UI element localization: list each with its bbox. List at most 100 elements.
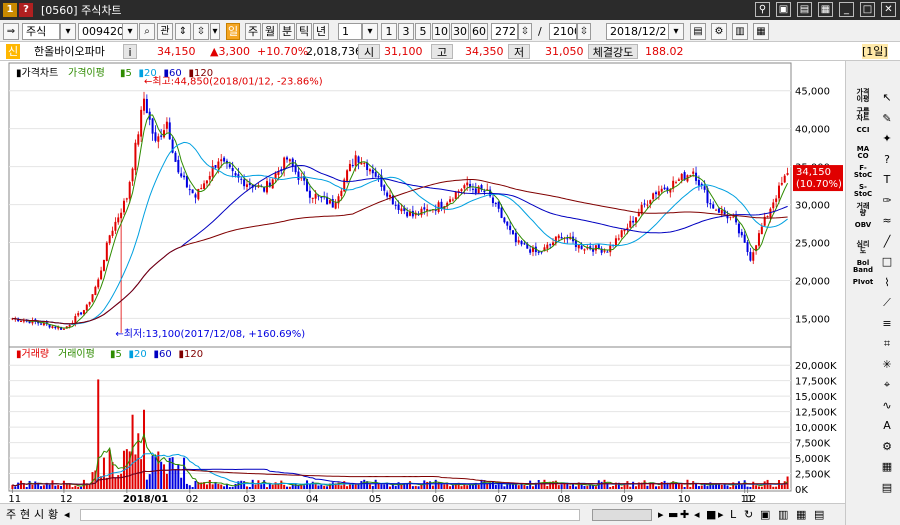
indicator-button-4[interactable]: F- StoC xyxy=(850,165,876,179)
scroll-left-icon[interactable]: ◂ xyxy=(64,507,70,522)
toggle-panel-icon[interactable]: ⇒ xyxy=(3,23,19,40)
count-spin-icon[interactable]: ⇳ xyxy=(518,23,532,40)
period-minute-button[interactable]: 분 xyxy=(279,23,295,40)
view-2-icon[interactable]: ▥ xyxy=(778,507,788,522)
candle-body xyxy=(346,170,349,181)
settings-icon[interactable]: ▦ xyxy=(818,2,833,17)
indicator-button-9[interactable]: Bol Band xyxy=(850,260,876,274)
up-down-icon[interactable]: ⇕ xyxy=(175,23,191,40)
pen-icon[interactable]: ✑ xyxy=(878,192,896,210)
view-3-icon[interactable]: ▦ xyxy=(796,507,806,522)
period-day-button[interactable]: 일 xyxy=(226,23,240,40)
scroll-right-icon[interactable]: ▸ xyxy=(658,507,664,522)
interval-10-button[interactable]: 10 xyxy=(432,23,450,40)
rectangle-icon[interactable]: □ xyxy=(878,253,896,271)
date-dropdown-icon[interactable]: ▾ xyxy=(668,23,684,40)
next-icon[interactable]: ▸ xyxy=(718,507,724,522)
indicator-button-2[interactable]: CCI xyxy=(850,127,876,141)
fan-icon[interactable]: ⟋ xyxy=(878,294,896,312)
status-tab-2[interactable]: 시 xyxy=(34,507,44,522)
indicator-button-5[interactable]: S- StoC xyxy=(850,184,876,198)
status-tab-3[interactable]: 황 xyxy=(48,507,58,522)
last-icon[interactable]: L xyxy=(730,507,736,522)
scroll-thumb[interactable] xyxy=(592,509,652,521)
period-month-button[interactable]: 월 xyxy=(262,23,278,40)
indicator-button-10[interactable]: PIvot xyxy=(850,279,876,293)
dropdown-icon[interactable]: ▾ xyxy=(210,23,220,40)
interval-1-button[interactable]: 1 xyxy=(381,23,397,40)
chart-save-icon[interactable]: ▥ xyxy=(732,23,748,40)
zoom-in-icon[interactable]: ✚ xyxy=(680,507,689,522)
indicator-button-1[interactable]: 구름 차트 xyxy=(850,108,876,122)
horizontal-scrollbar[interactable] xyxy=(80,509,580,521)
chart-list-icon[interactable]: ▤ xyxy=(690,23,706,40)
market-select[interactable]: 주식 xyxy=(22,23,60,40)
help-icon[interactable]: ? xyxy=(878,151,896,169)
compare-button[interactable]: 관 xyxy=(157,23,173,40)
volume-bar xyxy=(326,486,329,489)
status-tab-1[interactable]: 현 xyxy=(20,507,30,522)
close-icon[interactable]: ✕ xyxy=(881,2,896,17)
interval-60-button[interactable]: 60 xyxy=(470,23,488,40)
volume-bar xyxy=(308,484,311,489)
spin-icon[interactable]: ⇳ xyxy=(193,23,209,40)
indicator-button-3[interactable]: MA CO xyxy=(850,146,876,160)
grid-icon[interactable]: ▦ xyxy=(878,458,896,476)
period-year-button[interactable]: 년 xyxy=(313,23,329,40)
zoom-out-icon[interactable]: ▬ xyxy=(668,507,678,522)
help-badge-icon[interactable]: ? xyxy=(19,3,33,17)
text-icon[interactable]: T xyxy=(878,171,896,189)
settings-icon[interactable]: ⚙ xyxy=(878,438,896,456)
refresh-icon[interactable]: ↻ xyxy=(744,507,753,522)
channel-icon[interactable]: ≡ xyxy=(878,315,896,333)
volume-bar xyxy=(620,486,623,489)
table-icon[interactable]: ▤ xyxy=(878,479,896,497)
volume-legend-5: ▮120 xyxy=(179,349,204,360)
chevron-down-icon[interactable]: ▾ xyxy=(60,23,76,40)
maximize-icon[interactable]: □ xyxy=(860,2,875,17)
fibonacci-icon[interactable]: ⌗ xyxy=(878,335,896,353)
minimize-icon[interactable]: _ xyxy=(839,2,854,17)
interval-3-button[interactable]: 3 xyxy=(398,23,414,40)
indicator-button-8[interactable]: 심리 도 xyxy=(850,241,876,255)
cycle-icon[interactable]: ⌖ xyxy=(878,376,896,394)
indicator-button-6[interactable]: 거래 량 xyxy=(850,203,876,217)
stop-icon[interactable]: ■ xyxy=(706,507,716,522)
chart-area[interactable]: 45,00040,00035,00030,00025,00020,00015,0… xyxy=(0,61,845,510)
info-button[interactable]: i xyxy=(123,44,137,59)
brush-icon[interactable]: ≈ xyxy=(878,212,896,230)
wave-icon[interactable]: ∿ xyxy=(878,397,896,415)
view-1-icon[interactable]: ▣ xyxy=(760,507,770,522)
pin-icon[interactable]: ⚲ xyxy=(755,2,770,17)
interval-select[interactable]: 1 xyxy=(338,23,362,40)
prev-icon[interactable]: ◂ xyxy=(694,507,700,522)
volume-bar xyxy=(603,479,606,489)
line-icon[interactable]: ╱ xyxy=(878,233,896,251)
status-tab-0[interactable]: 주 xyxy=(6,507,16,522)
eraser-icon[interactable]: ✎ xyxy=(878,110,896,128)
indicator-button-0[interactable]: 가격 이평 xyxy=(850,89,876,103)
save-icon[interactable]: ▤ xyxy=(797,2,812,17)
chart-settings-icon[interactable]: ⚙ xyxy=(711,23,727,40)
stock-chart[interactable]: 45,00040,00035,00030,00025,00020,00015,0… xyxy=(0,61,845,510)
code-dropdown-icon[interactable]: ▾ xyxy=(122,23,138,40)
interval-30-button[interactable]: 30 xyxy=(451,23,469,40)
count-input[interactable]: 272 xyxy=(491,23,518,40)
date-input[interactable]: 2018/12/2 xyxy=(606,23,670,40)
period-week-button[interactable]: 주 xyxy=(245,23,261,40)
interval-5-button[interactable]: 5 xyxy=(415,23,431,40)
view-4-icon[interactable]: ▤ xyxy=(814,507,824,522)
magic-icon[interactable]: ✦ xyxy=(878,130,896,148)
period-tick-button[interactable]: 틱 xyxy=(296,23,312,40)
gann-icon[interactable]: ✳ xyxy=(878,356,896,374)
search-icon[interactable]: ⌕ xyxy=(139,23,155,40)
auto-icon[interactable]: A xyxy=(878,417,896,435)
cursor-icon[interactable]: ↖ xyxy=(878,89,896,107)
total-spin-icon[interactable]: ⇳ xyxy=(577,23,591,40)
indicator-button-7[interactable]: OBV xyxy=(850,222,876,236)
total-count-input[interactable]: 2100 xyxy=(549,23,577,40)
zigzag-icon[interactable]: ⌇ xyxy=(878,274,896,292)
chart-print-icon[interactable]: ▦ xyxy=(753,23,769,40)
link-icon[interactable]: ▣ xyxy=(776,2,791,17)
interval-dropdown-icon[interactable]: ▾ xyxy=(362,23,378,40)
